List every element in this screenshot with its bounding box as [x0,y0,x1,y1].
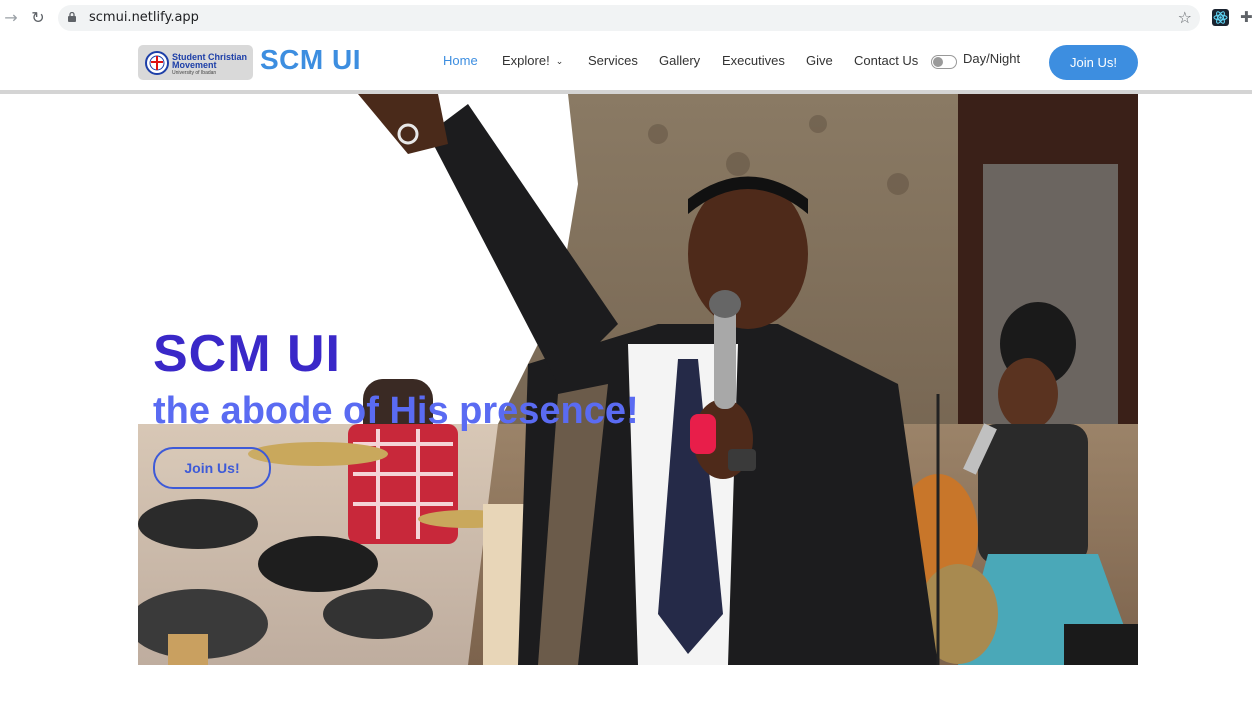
day-night-label: Day/Night [963,51,1021,66]
nav-explore-label: Explore! [502,53,550,68]
puzzle-icon[interactable]: ✚ [1240,8,1252,26]
star-icon[interactable]: ☆ [1178,8,1192,27]
crest-icon [145,51,169,75]
chevron-down-icon: ⌄ [555,57,564,67]
back-arrow-icon[interactable]: → [1,8,21,28]
nav-home[interactable]: Home [443,53,478,68]
address-bar[interactable]: scmui.netlify.app ☆ [58,5,1200,31]
site-header: Student Christian Movement University of… [0,36,1252,94]
join-us-button[interactable]: Join Us! [1049,45,1138,80]
nav-gallery[interactable]: Gallery [659,53,700,68]
hero-tagline: the abode of His presence! [153,390,639,432]
hero-banner: SCM UI the abode of His presence! Join U… [138,94,1138,665]
hero-join-us-button[interactable]: Join Us! [153,447,271,489]
nav-give[interactable]: Give [806,53,833,68]
logo-org-name-2: Movement [172,60,217,70]
lock-icon [68,12,76,22]
toggle-knob [933,57,943,67]
reload-icon[interactable]: ↻ [28,8,48,28]
hero-title: SCM UI [153,325,341,383]
nav-explore[interactable]: Explore! ⌄ [502,53,563,68]
nav-executives[interactable]: Executives [722,53,785,68]
browser-toolbar: → ↻ scmui.netlify.app ☆ ✚ [0,0,1252,37]
url-text: scmui.netlify.app [89,10,199,25]
logo-org-sub: University of Ibadan [172,70,217,76]
day-night-toggle[interactable] [931,55,957,69]
logo[interactable]: Student Christian Movement University of… [138,45,253,80]
react-devtools-icon[interactable] [1212,9,1229,26]
nav-contact-us[interactable]: Contact Us [854,53,918,68]
brand-name[interactable]: SCM UI [260,44,361,76]
nav-services[interactable]: Services [588,53,638,68]
